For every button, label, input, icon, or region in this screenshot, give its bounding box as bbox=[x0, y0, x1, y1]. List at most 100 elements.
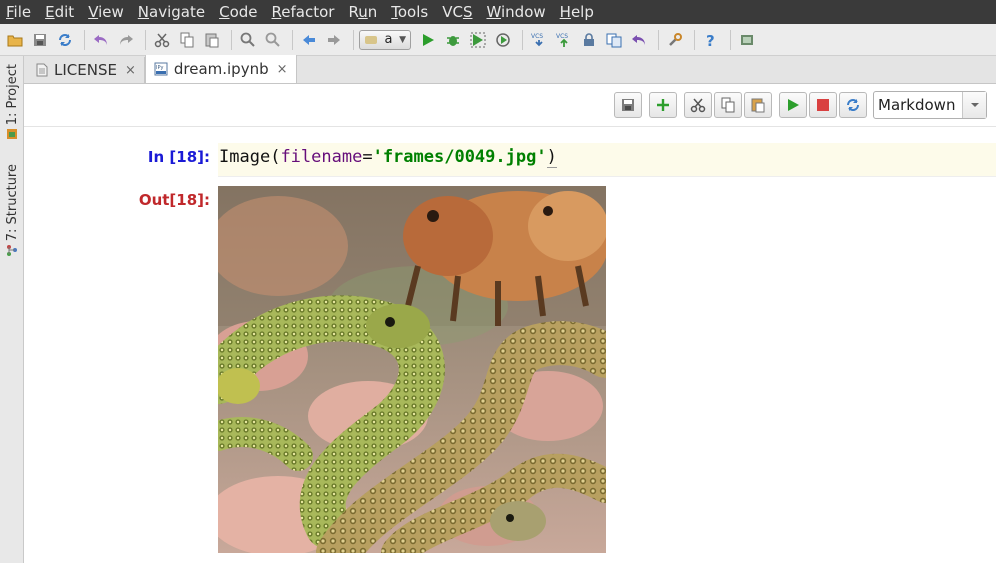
cut-cell-button[interactable] bbox=[684, 92, 712, 118]
vcs-lock-icon[interactable] bbox=[578, 29, 600, 51]
forward-icon[interactable] bbox=[323, 29, 345, 51]
sync-icon[interactable] bbox=[54, 29, 76, 51]
toolbar-separator bbox=[353, 29, 354, 50]
interrupt-kernel-button[interactable] bbox=[809, 92, 837, 118]
project-tool-tab[interactable]: 1: Project bbox=[0, 64, 24, 140]
main-toolbar: a ▼ VCS VCS ? bbox=[0, 24, 996, 56]
back-icon[interactable] bbox=[298, 29, 320, 51]
help-icon[interactable]: ? bbox=[700, 29, 722, 51]
cell-type-select[interactable]: Markdown bbox=[873, 91, 987, 119]
profile-icon[interactable] bbox=[492, 29, 514, 51]
menu-item-text: iew bbox=[98, 3, 124, 21]
code-open-paren: ( bbox=[270, 147, 281, 167]
input-prompt: In [18]: bbox=[147, 148, 210, 166]
menu-item-text: n bbox=[367, 3, 378, 21]
toolbar-separator bbox=[145, 29, 146, 50]
code-equals: = bbox=[362, 147, 373, 167]
debug-icon[interactable] bbox=[442, 29, 464, 51]
menu-item-mnemonic: C bbox=[219, 3, 230, 21]
chevron-down-icon: ▼ bbox=[399, 34, 406, 45]
dream-image bbox=[218, 186, 606, 553]
undo-icon[interactable] bbox=[90, 29, 112, 51]
menu-item-mnemonic: F bbox=[6, 3, 14, 21]
svg-text:?: ? bbox=[706, 32, 715, 48]
vcs-compare-icon[interactable] bbox=[603, 29, 625, 51]
code-string: 'frames/0049.jpg' bbox=[372, 147, 547, 167]
chevron-down-icon[interactable] bbox=[962, 92, 986, 118]
redo-icon[interactable] bbox=[115, 29, 137, 51]
menu-item[interactable]: Edit bbox=[45, 0, 74, 24]
tab-license[interactable]: LICENSE × bbox=[28, 57, 145, 83]
menu-item-mnemonic: N bbox=[137, 3, 150, 21]
save-notebook-button[interactable] bbox=[614, 92, 642, 118]
cut-icon[interactable] bbox=[151, 29, 173, 51]
menu-item-text: ile bbox=[13, 3, 32, 21]
run-icon bbox=[788, 99, 799, 111]
save-icon bbox=[622, 99, 634, 111]
tab-dream-ipynb[interactable]: IPy dream.ipynb × bbox=[144, 55, 297, 83]
replace-icon[interactable] bbox=[262, 29, 284, 51]
output-prompt: Out[18]: bbox=[138, 191, 210, 209]
save-all-icon[interactable] bbox=[29, 29, 51, 51]
vcs-commit-icon[interactable]: VCS bbox=[553, 29, 575, 51]
project-tool-label: 1: Project bbox=[4, 64, 20, 126]
paste-cell-button[interactable] bbox=[744, 92, 772, 118]
menu-item-text: R bbox=[348, 3, 359, 21]
run-cell-button[interactable] bbox=[779, 92, 807, 118]
menu-item[interactable]: Run bbox=[348, 0, 377, 24]
code-keyword-arg: filename bbox=[280, 147, 363, 167]
menu-item[interactable]: VCS bbox=[442, 0, 472, 24]
menu-item-text: avigate bbox=[149, 3, 206, 21]
menu-item-mnemonic: T bbox=[391, 3, 398, 21]
menu-item[interactable]: Window bbox=[486, 0, 545, 24]
scissors-icon bbox=[690, 98, 706, 113]
add-cell-button[interactable] bbox=[649, 92, 677, 118]
menu-item-mnemonic: S bbox=[462, 3, 473, 21]
output-image bbox=[218, 186, 606, 553]
tab-label: LICENSE bbox=[54, 61, 117, 79]
sdk-manager-icon[interactable] bbox=[736, 29, 758, 51]
notebook-file-icon: IPy bbox=[154, 62, 168, 76]
run-config-label: a bbox=[384, 32, 393, 47]
paste-icon[interactable] bbox=[201, 29, 223, 51]
close-icon[interactable]: × bbox=[125, 63, 136, 78]
toolbar-separator bbox=[292, 29, 293, 50]
coverage-icon[interactable] bbox=[467, 29, 489, 51]
copy-icon[interactable] bbox=[176, 29, 198, 51]
toolbar-separator bbox=[658, 29, 659, 50]
menu-item[interactable]: Navigate bbox=[138, 0, 205, 24]
menu-item[interactable]: Refactor bbox=[272, 0, 335, 24]
menu-item-text: indow bbox=[501, 3, 546, 21]
run-icon[interactable] bbox=[417, 29, 439, 51]
menu-item-text: elp bbox=[570, 3, 594, 21]
find-icon[interactable] bbox=[237, 29, 259, 51]
code-cell-input[interactable]: Image(filename='frames/0049.jpg') bbox=[218, 143, 996, 177]
text-file-icon bbox=[36, 63, 48, 77]
menu-item[interactable]: Tools bbox=[391, 0, 428, 24]
toolbar-separator bbox=[231, 29, 232, 50]
settings-icon[interactable] bbox=[664, 29, 686, 51]
structure-tool-tab[interactable]: 7: Structure bbox=[0, 164, 24, 257]
menu-item-text: dit bbox=[54, 3, 75, 21]
svg-text:VCS: VCS bbox=[556, 33, 568, 40]
structure-tool-label: 7: Structure bbox=[4, 164, 20, 242]
run-config-select[interactable]: a ▼ bbox=[359, 29, 411, 50]
vcs-revert-icon[interactable] bbox=[628, 29, 650, 51]
menu-item[interactable]: File bbox=[6, 0, 31, 24]
python-icon bbox=[365, 35, 377, 44]
toolbar-separator bbox=[522, 29, 523, 50]
restart-kernel-button[interactable] bbox=[839, 92, 867, 118]
cell-type-value: Markdown bbox=[878, 96, 956, 114]
close-icon[interactable]: × bbox=[277, 62, 288, 77]
open-folder-icon[interactable] bbox=[4, 29, 26, 51]
menu-item[interactable]: Code bbox=[219, 0, 257, 24]
paste-icon bbox=[751, 98, 765, 113]
vcs-update-icon[interactable]: VCS bbox=[528, 29, 550, 51]
menu-item[interactable]: Help bbox=[560, 0, 594, 24]
stop-icon bbox=[817, 99, 829, 111]
menu-item[interactable]: View bbox=[88, 0, 124, 24]
plus-icon bbox=[657, 99, 669, 111]
copy-cell-button[interactable] bbox=[714, 92, 742, 118]
menu-item-mnemonic: V bbox=[88, 3, 99, 21]
code-function: Image bbox=[219, 147, 271, 167]
